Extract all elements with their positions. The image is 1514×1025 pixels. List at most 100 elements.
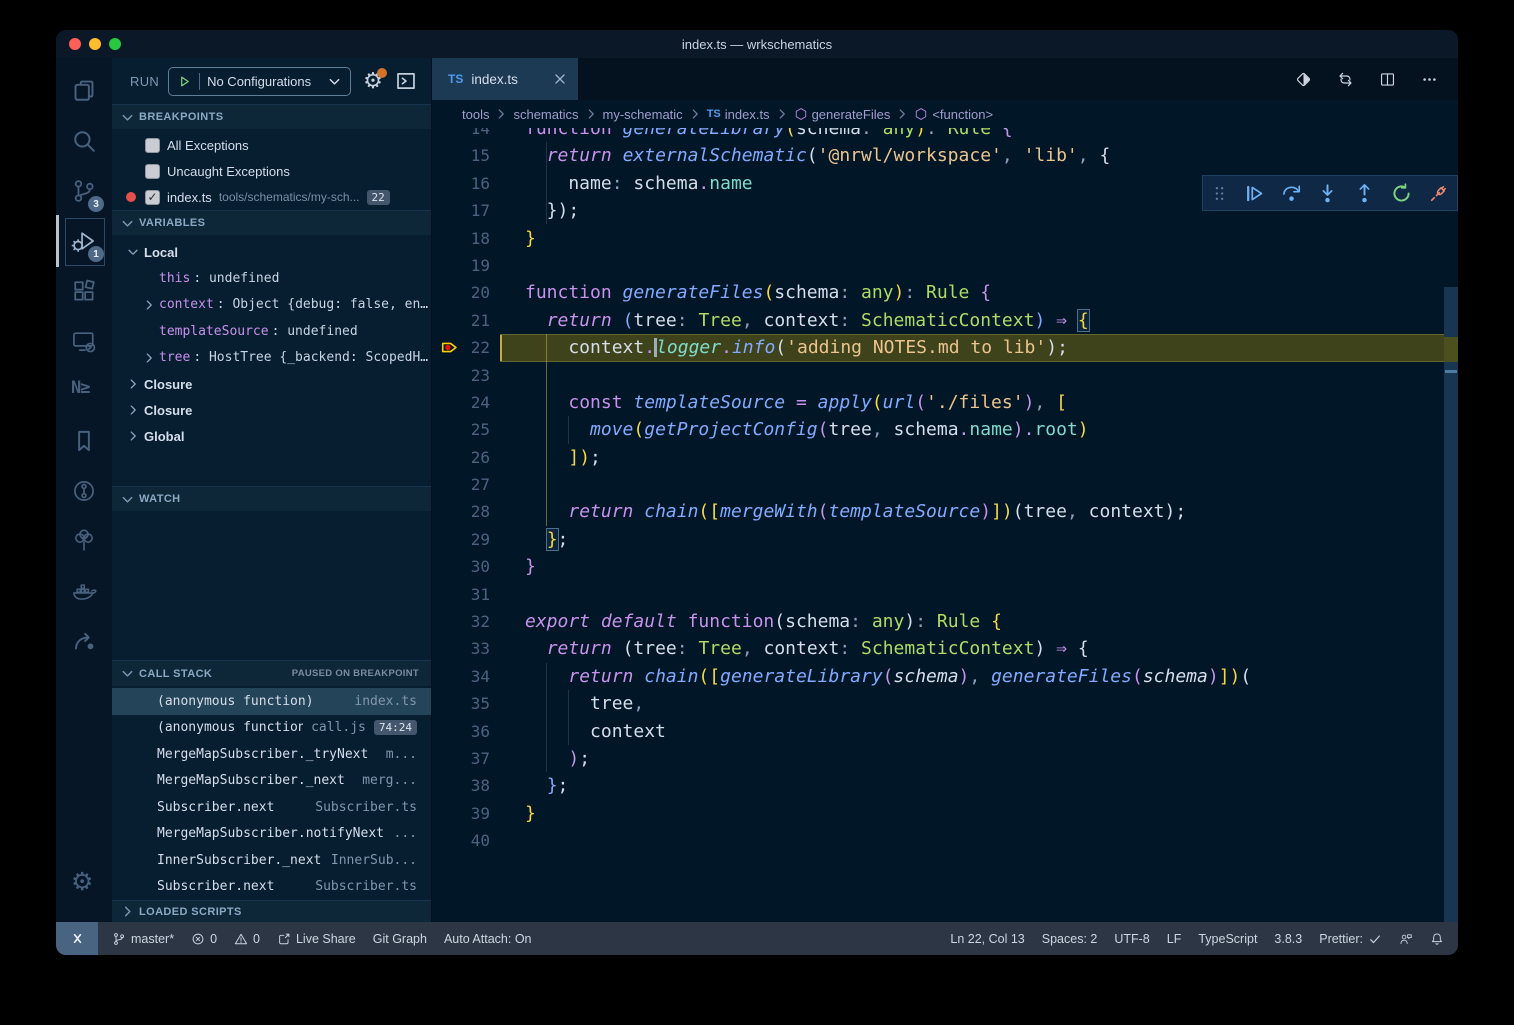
activity-item-extensions[interactable] [56,266,112,316]
code-line-18[interactable]: 18} [432,225,1458,252]
line-number[interactable]: 26 [432,444,500,471]
stack-frame[interactable]: MergeMapSubscriber.notifyNext... [112,821,431,848]
line-number[interactable]: 28 [432,498,500,525]
variable-row-tree[interactable]: tree: HostTree {_backend: ScopedH… [112,345,431,372]
code-line-21[interactable]: 21 return (tree: Tree, context: Schemati… [432,307,1458,334]
breadcrumb-item-3[interactable]: TSindex.ts [707,107,770,122]
configure-gear-button[interactable]: ⚙ [360,70,386,92]
code-line-14[interactable]: 14function generateLibrary(schema: any):… [432,128,1458,142]
code-line-23[interactable]: 23 [432,362,1458,389]
code-line-20[interactable]: 20function generateFiles(schema: any): R… [432,279,1458,306]
code-line-30[interactable]: 30} [432,553,1458,580]
code-line-38[interactable]: 38 }; [432,772,1458,799]
variable-row-templateSource[interactable]: templateSource: undefined [112,318,431,345]
activity-item-remote-explorer[interactable] [56,316,112,366]
activity-item-settings[interactable]: ⚙ [56,858,112,908]
line-number[interactable]: 15 [432,142,500,169]
restart-button[interactable] [1391,183,1412,204]
breakpoints-header[interactable]: BREAKPOINTS [112,104,431,129]
tab-index-ts[interactable]: TS index.ts [432,58,578,100]
code-line-19[interactable]: 19 [432,252,1458,279]
variable-scope-global[interactable]: Global [112,423,431,449]
status-item-eol[interactable]: LF [1167,932,1182,946]
step-over-button[interactable] [1281,183,1302,204]
activity-item-gitlens[interactable] [56,466,112,516]
breakpoint-row[interactable]: All Exceptions [112,132,431,158]
code-line-22[interactable]: 22 context.logger.info('adding NOTES.md … [432,334,1458,361]
line-number[interactable]: 38 [432,772,500,799]
code-line-40[interactable]: 40 [432,827,1458,854]
remote-indicator[interactable] [56,922,98,955]
status-item-encoding[interactable]: UTF-8 [1114,932,1149,946]
status-item-git-branch[interactable]: master* [112,932,174,946]
stack-frame[interactable]: Subscriber.nextSubscriber.ts [112,794,431,821]
open-changes-button[interactable] [1295,71,1312,88]
variable-scope-closure[interactable]: Closure [112,371,431,397]
current-breakpoint-icon[interactable] [440,338,459,357]
code-line-28[interactable]: 28 return chain([mergeWith(templateSourc… [432,498,1458,525]
variable-row-this[interactable]: this: undefined [112,265,431,292]
disconnect-button[interactable] [1428,183,1449,204]
code-line-32[interactable]: 32export default function(schema: any): … [432,608,1458,635]
stack-frame[interactable]: (anonymous function)index.ts [112,688,431,715]
status-item-ts-version[interactable]: 3.8.3 [1274,932,1302,946]
breadcrumb-item-0[interactable]: tools [462,107,489,122]
status-item-indentation[interactable]: Spaces: 2 [1042,932,1098,946]
variables-header[interactable]: VARIABLES [112,210,431,235]
line-number[interactable]: 31 [432,581,500,608]
code-line-31[interactable]: 31 [432,581,1458,608]
step-out-button[interactable] [1354,183,1375,204]
line-number[interactable]: 36 [432,718,500,745]
line-number[interactable]: 21 [432,307,500,334]
variable-scope-local[interactable]: Local [112,239,431,265]
line-number[interactable]: 30 [432,553,500,580]
status-item-language-mode[interactable]: TypeScript [1198,932,1257,946]
activity-item-live-share[interactable] [56,616,112,666]
activity-item-search[interactable] [56,116,112,166]
activity-item-nx-console[interactable]: N≥ [56,366,112,416]
line-number[interactable]: 34 [432,663,500,690]
line-number[interactable]: 14 [432,128,500,142]
status-item-errors[interactable]: 0 [191,932,217,946]
stack-frame[interactable]: MergeMapSubscriber._nextmerg... [112,768,431,795]
status-item-warnings[interactable]: 0 [234,932,260,946]
line-number[interactable]: 20 [432,279,500,306]
start-debugging-icon[interactable] [177,74,192,89]
line-number[interactable]: 33 [432,635,500,662]
line-number[interactable]: 25 [432,416,500,443]
status-item-feedback[interactable] [1399,932,1413,946]
line-number[interactable]: 19 [432,252,500,279]
breakpoint-row[interactable]: Uncaught Exceptions [112,158,431,184]
checkbox[interactable]: ✓ [145,190,160,205]
line-number[interactable]: 40 [432,827,500,854]
activity-item-run-and-debug[interactable]: 1 [56,216,112,266]
continue-button[interactable] [1244,183,1265,204]
line-number[interactable]: 35 [432,690,500,717]
code-line-15[interactable]: 15 return externalSchematic('@nrwl/works… [432,142,1458,169]
line-number[interactable]: 32 [432,608,500,635]
run-config-dropdown[interactable]: No Configurations [168,67,351,96]
activity-item-docker[interactable] [56,566,112,616]
checkbox[interactable] [145,138,160,153]
code-editor[interactable]: 14function generateLibrary(schema: any):… [432,128,1458,922]
code-line-36[interactable]: 36 context [432,718,1458,745]
activity-item-source-control[interactable]: 3 [56,166,112,216]
line-number[interactable]: 39 [432,800,500,827]
more-actions-button[interactable] [1421,71,1438,88]
editor-scrollbar[interactable] [1444,128,1458,922]
line-number[interactable]: 24 [432,389,500,416]
code-line-33[interactable]: 33 return (tree: Tree, context: Schemati… [432,635,1458,662]
status-item-prettier[interactable]: Prettier: [1319,932,1382,946]
code-line-24[interactable]: 24 const templateSource = apply(url('./f… [432,389,1458,416]
close-tab-icon[interactable] [552,71,568,87]
breadcrumb-item-2[interactable]: my-schematic [603,107,683,122]
status-item-git-graph[interactable]: Git Graph [373,932,427,946]
code-line-27[interactable]: 27 [432,471,1458,498]
toolbar-drag-handle[interactable] [1211,185,1228,202]
breadcrumb-item-5[interactable]: <function> [914,107,993,122]
activity-item-bookmarks[interactable] [56,416,112,466]
code-line-37[interactable]: 37 ); [432,745,1458,772]
code-line-29[interactable]: 29 }; [432,526,1458,553]
status-item-live-share[interactable]: Live Share [277,932,356,946]
line-number[interactable]: 22 [432,334,500,361]
